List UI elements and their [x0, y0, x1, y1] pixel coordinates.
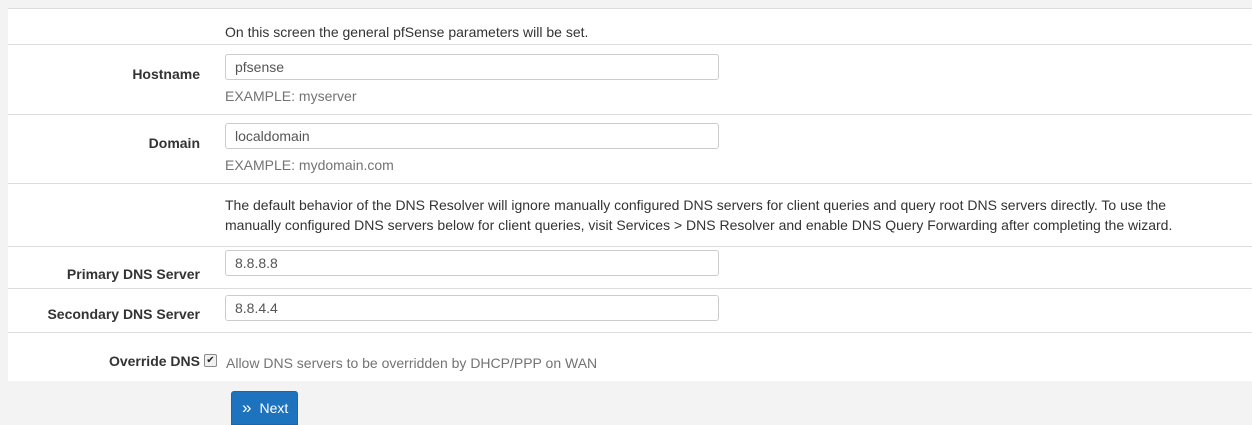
domain-group: EXAMPLE: mydomain.com	[225, 123, 719, 173]
general-information-panel: On this screen the general pfSense param…	[8, 8, 1252, 381]
hostname-group: EXAMPLE: myserver	[225, 54, 719, 104]
dns-note-row: The default behavior of the DNS Resolver…	[8, 184, 1252, 247]
override-dns-description: Allow DNS servers to be overridden by DH…	[226, 355, 598, 371]
next-button[interactable]: » Next	[231, 391, 298, 425]
primary-dns-row: Primary DNS Server	[8, 247, 1252, 289]
hostname-input[interactable]	[225, 54, 719, 80]
primary-dns-label: Primary DNS Server	[66, 266, 200, 282]
double-chevron-right-icon: »	[242, 397, 252, 417]
primary-dns-input[interactable]	[225, 250, 719, 276]
secondary-dns-row: Secondary DNS Server	[8, 289, 1252, 333]
intro-row: On this screen the general pfSense param…	[8, 9, 1252, 45]
domain-row: Domain EXAMPLE: mydomain.com	[8, 115, 1252, 184]
hostname-label: Hostname	[132, 66, 200, 82]
dns-note-line-2: manually configured DNS servers below fo…	[225, 217, 1173, 233]
override-dns-row: Override DNS ✔ Allow DNS servers to be o…	[8, 333, 1252, 381]
domain-help-text: EXAMPLE: mydomain.com	[225, 157, 394, 173]
override-dns-checkbox[interactable]: ✔	[204, 354, 217, 367]
dns-note-line-1: The default behavior of the DNS Resolver…	[225, 197, 1167, 213]
hostname-help-text: EXAMPLE: myserver	[225, 88, 357, 104]
intro-text: On this screen the general pfSense param…	[225, 24, 589, 40]
hostname-row: Hostname EXAMPLE: myserver	[8, 45, 1252, 115]
domain-label: Domain	[148, 135, 200, 151]
next-button-label: Next	[259, 400, 289, 416]
domain-input[interactable]	[225, 123, 719, 149]
secondary-dns-label: Secondary DNS Server	[47, 306, 200, 322]
override-dns-label: Override DNS	[108, 353, 200, 369]
secondary-dns-input[interactable]	[225, 295, 719, 321]
dns-note: The default behavior of the DNS Resolver…	[225, 195, 1172, 235]
